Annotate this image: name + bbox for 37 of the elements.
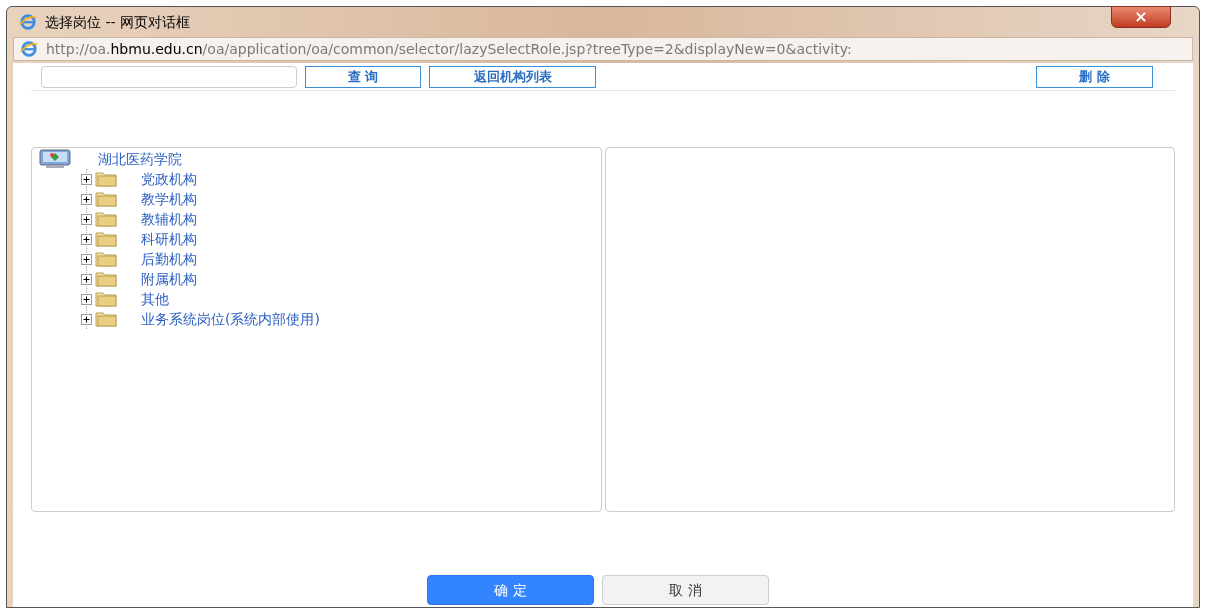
folder-icon	[95, 171, 117, 187]
expand-icon[interactable]	[81, 273, 92, 285]
tree-item[interactable]: 后勤机构	[141, 248, 197, 270]
browser-icon	[20, 40, 38, 58]
close-button[interactable]: ×	[1111, 6, 1171, 28]
window-title: 选择岗位 -- 网页对话框	[45, 12, 190, 32]
confirm-button[interactable]: 确 定	[427, 575, 594, 605]
cancel-button[interactable]: 取 消	[602, 575, 769, 605]
back-button[interactable]: 返回机构列表	[429, 65, 596, 88]
address-bar[interactable]: http://oa.hbmu.edu.cn/oa/application/oa/common/selector/lazySelectRole.jsp?treeType=2&displayNew=0&activity:	[13, 37, 1193, 61]
folder-icon	[95, 191, 117, 207]
expand-icon[interactable]	[81, 293, 92, 305]
tree-item[interactable]: 附属机构	[141, 268, 197, 290]
url-text: http://oa.hbmu.edu.cn/oa/application/oa/common/selector/lazySelectRole.jsp?treeType=2&displayNew=0&activity:	[46, 39, 852, 59]
folder-icon	[95, 231, 117, 247]
tree-item[interactable]: 党政机构	[141, 168, 197, 190]
expand-icon[interactable]	[81, 233, 92, 245]
folder-icon	[95, 291, 117, 307]
expand-icon[interactable]	[81, 253, 92, 265]
tree-item[interactable]: 科研机构	[141, 228, 197, 250]
expand-icon[interactable]	[81, 313, 92, 325]
tree-item[interactable]: 教辅机构	[141, 208, 197, 230]
tree-root-label[interactable]: 湖北医药学院	[98, 148, 182, 170]
expand-icon[interactable]	[81, 173, 92, 185]
query-button[interactable]: 查 询	[305, 65, 421, 88]
tree-item[interactable]: 其他	[141, 288, 169, 310]
folder-icon	[95, 251, 117, 267]
tree-item[interactable]: 教学机构	[141, 188, 197, 210]
tree-item[interactable]: 业务系统岗位(系统内部使用)	[141, 308, 320, 330]
delete-button[interactable]: 删 除	[1036, 65, 1153, 88]
expand-icon[interactable]	[81, 193, 92, 205]
folder-icon	[95, 311, 117, 327]
folder-icon	[95, 211, 117, 227]
expand-icon[interactable]	[81, 213, 92, 225]
folder-icon	[95, 271, 117, 287]
browser-icon	[19, 13, 37, 31]
search-field[interactable]	[41, 65, 297, 88]
